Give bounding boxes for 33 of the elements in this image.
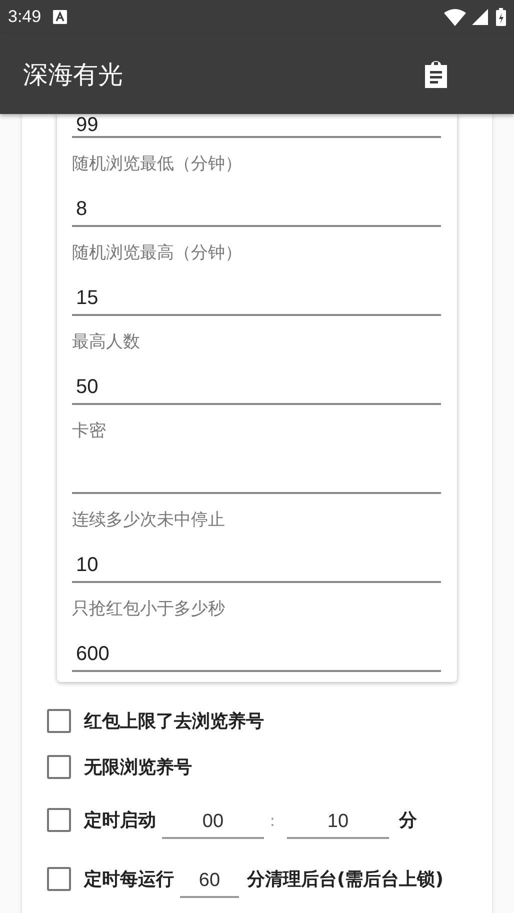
- status-time: 3:49: [8, 7, 42, 27]
- wifi-icon: [444, 8, 466, 26]
- field-label: 随机浏览最低（分钟）: [72, 153, 243, 176]
- input-field[interactable]: 60: [180, 860, 239, 898]
- signal-icon: [472, 9, 488, 25]
- input-field[interactable]: 10: [72, 532, 441, 583]
- field-label: 最高人数: [72, 331, 141, 354]
- checkbox[interactable]: [47, 867, 71, 891]
- input-field[interactable]: 8: [72, 176, 441, 227]
- input-field[interactable]: 50: [72, 354, 441, 405]
- checkbox[interactable]: [47, 709, 71, 733]
- field-label: 卡密: [72, 420, 107, 443]
- clipboard-icon[interactable]: [423, 60, 449, 88]
- option-label: 定时每运行: [84, 868, 174, 891]
- field-label: 只抢红包小于多少秒: [72, 598, 226, 621]
- option-label: 定时启动: [84, 809, 156, 832]
- unit-label: 分: [399, 809, 417, 832]
- input-field[interactable]: 99: [72, 114, 441, 138]
- field-label: 连续多少次未中停止: [72, 509, 226, 532]
- field-label: 随机浏览最高（分钟）: [72, 242, 243, 265]
- checkbox[interactable]: [47, 808, 71, 832]
- option-label: 无限浏览养号: [84, 756, 192, 779]
- option-label: 红包上限了去浏览养号: [84, 710, 264, 733]
- input-field[interactable]: 600: [72, 621, 441, 672]
- input-field[interactable]: 15: [72, 265, 441, 316]
- input-field[interactable]: 10: [287, 801, 389, 839]
- checkbox[interactable]: [47, 755, 71, 779]
- notification-icon: [53, 10, 68, 24]
- option-label: 分清理后台(需后台上锁): [247, 868, 444, 891]
- app-title: 深海有光: [23, 58, 123, 90]
- battery-charging-icon: [496, 8, 506, 26]
- input-field[interactable]: 00: [162, 801, 264, 839]
- time-separator: :: [268, 810, 276, 830]
